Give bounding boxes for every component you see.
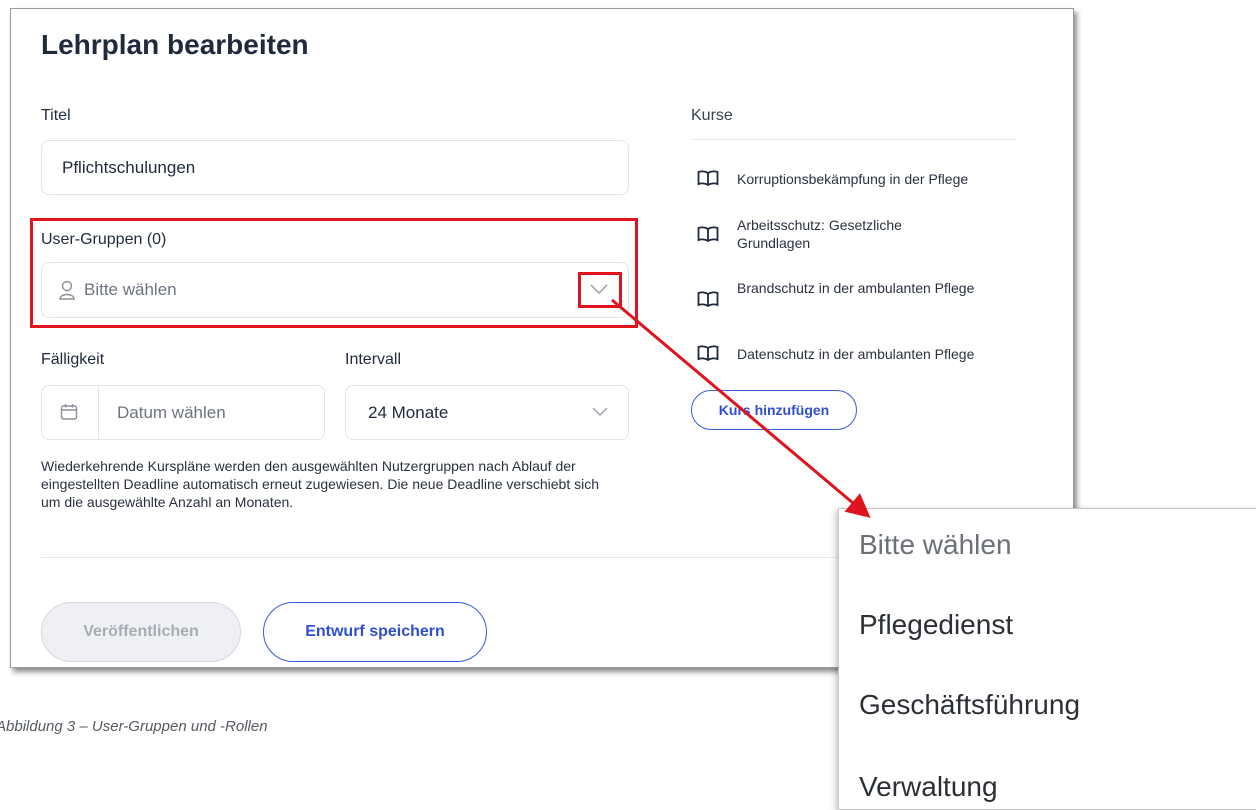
callout-arrow (611, 298, 871, 518)
